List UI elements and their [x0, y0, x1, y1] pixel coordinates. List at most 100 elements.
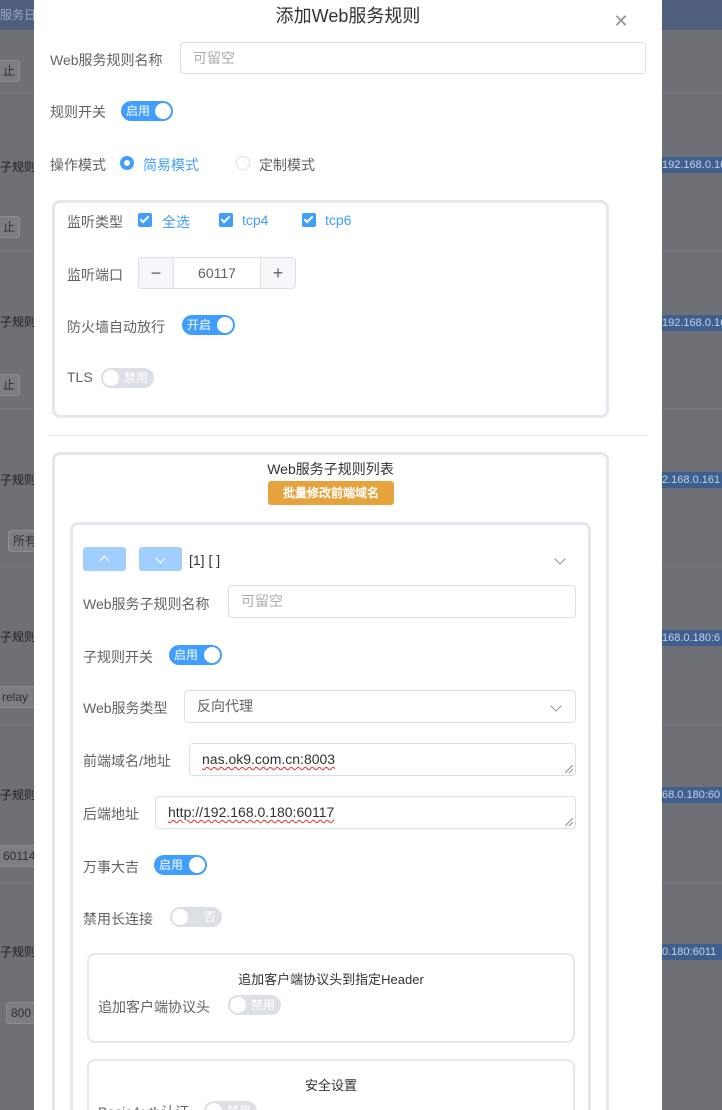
rule-switch-text: 启用	[126, 104, 151, 118]
background-button: 止	[0, 374, 20, 396]
firewall-switch[interactable]: 开启	[182, 315, 235, 335]
rule-name-label: Web服务规则名称	[50, 52, 163, 68]
switch-knob	[189, 857, 205, 873]
section-divider	[48, 435, 646, 436]
background-rule-label: 子规则	[0, 788, 37, 802]
backend-label: 后端地址	[83, 806, 139, 822]
background-rule-label: 子规则	[0, 160, 37, 174]
move-down-button[interactable]	[139, 547, 182, 571]
rule-switch[interactable]: 启用	[121, 101, 173, 121]
background-rule-label: 子规则	[0, 630, 37, 644]
service-type-value: 反向代理	[197, 698, 253, 714]
switch-knob	[230, 997, 246, 1013]
subrule-name-input[interactable]: 可留空	[228, 585, 576, 618]
background-ip: 168.0.180:6	[662, 630, 722, 646]
subrule-name-label: Web服务子规则名称	[83, 596, 210, 612]
listen-type-label: 监听类型	[67, 214, 123, 230]
background-divider	[0, 92, 34, 93]
select-all-checkbox[interactable]	[138, 213, 152, 227]
resize-handle-icon[interactable]	[565, 765, 573, 773]
background-divider	[662, 408, 722, 409]
background-rule-label: 子规则	[0, 315, 37, 329]
mode-simple-label[interactable]: 简易模式	[143, 155, 199, 175]
rule-switch-label: 规则开关	[50, 104, 106, 120]
close-icon[interactable]: ✕	[612, 12, 630, 30]
backend-address-input[interactable]: http://192.168.0.180:60117	[155, 796, 576, 829]
append-header-switch[interactable]: 禁用	[228, 995, 281, 1015]
background-divider	[662, 250, 722, 251]
tcp6-checkbox[interactable]	[302, 213, 316, 227]
move-up-button[interactable]	[83, 547, 126, 571]
keepalive-switch-text: 否	[203, 910, 216, 924]
subrule-switch[interactable]: 启用	[169, 645, 222, 665]
tls-switch[interactable]: 禁用	[101, 368, 154, 388]
listen-port-label: 监听端口	[67, 267, 123, 283]
luck-switch[interactable]: 启用	[154, 855, 207, 875]
background-divider	[0, 250, 34, 251]
tcp4-label[interactable]: tcp4	[242, 212, 268, 228]
keepalive-label: 禁用长连接	[83, 911, 153, 927]
increment-button[interactable]: +	[260, 258, 295, 288]
subrule-index: [1] [ ]	[189, 552, 221, 568]
basic-auth-switch[interactable]: 禁用	[204, 1101, 257, 1110]
basic-auth-switch-text: 禁用	[227, 1101, 251, 1110]
frontend-address-input[interactable]: nas.ok9.com.cn:8003	[189, 743, 576, 776]
subrule-switch-text: 启用	[174, 648, 199, 662]
append-header-label: 追加客户端协议头	[98, 999, 210, 1015]
basic-auth-label: BasicAuth认证	[98, 1102, 189, 1110]
switch-knob	[206, 1103, 222, 1110]
firewall-switch-text: 开启	[187, 318, 212, 332]
mode-custom-label[interactable]: 定制模式	[259, 155, 315, 175]
select-all-label[interactable]: 全选	[162, 212, 190, 232]
background-divider	[0, 566, 34, 567]
background-ip: 68.0.180:60	[662, 787, 722, 803]
mode-label: 操作模式	[50, 157, 106, 173]
subrules-title: Web服务子规则列表	[267, 461, 394, 477]
tls-label: TLS	[67, 369, 93, 385]
background-divider	[662, 724, 722, 725]
switch-knob	[103, 370, 119, 386]
keepalive-switch[interactable]: 否	[170, 907, 222, 927]
background-divider	[662, 566, 722, 567]
switch-knob	[155, 103, 171, 119]
chevron-up-icon	[99, 555, 110, 566]
tcp4-checkbox[interactable]	[219, 213, 233, 227]
subrule-switch-label: 子规则开关	[83, 649, 153, 665]
background-divider	[0, 882, 34, 883]
backend-address-value: http://192.168.0.180:60117	[168, 804, 335, 820]
background-rule-label: 子规则	[0, 473, 37, 487]
switch-knob	[204, 647, 220, 663]
dialog-title: 添加Web服务规则	[275, 6, 421, 26]
frontend-label: 前端域名/地址	[83, 753, 171, 769]
tcp6-label[interactable]: tcp6	[325, 212, 351, 228]
mode-custom-radio[interactable]	[236, 156, 250, 170]
service-type-select[interactable]: 反向代理	[184, 690, 576, 723]
background-button: 止	[0, 60, 20, 82]
background-ip: 0.180:6011	[662, 944, 722, 960]
frontend-address-value: nas.ok9.com.cn:8003	[202, 751, 336, 767]
resize-handle-icon[interactable]	[565, 818, 573, 826]
listen-port-stepper[interactable]: − 60117 +	[138, 257, 296, 289]
mode-simple-radio[interactable]	[120, 156, 134, 170]
append-header-switch-text: 禁用	[250, 998, 275, 1012]
firewall-label: 防火墙自动放行	[67, 319, 165, 335]
luck-label: 万事大吉	[83, 859, 139, 875]
tls-switch-text: 禁用	[123, 371, 148, 385]
background-divider	[0, 408, 34, 409]
background-divider	[662, 882, 722, 883]
rule-name-input[interactable]: 可留空	[180, 42, 646, 74]
listen-port-value[interactable]: 60117	[174, 258, 260, 288]
header-section-title: 追加客户端协议头到指定Header	[238, 972, 424, 987]
luck-switch-text: 启用	[159, 858, 184, 872]
batch-edit-domain-button[interactable]: 批量修改前端域名	[268, 481, 394, 505]
background-divider	[0, 724, 34, 725]
switch-knob	[172, 909, 188, 925]
background-ip: 2.168.0.161	[662, 472, 722, 488]
background-divider	[662, 92, 722, 93]
background-button: 止	[0, 216, 20, 238]
add-web-rule-dialog: 添加Web服务规则 ✕ Web服务规则名称 可留空 规则开关 启用 操作模式 简…	[34, 0, 662, 1110]
background-ip: 192.168.0.16	[662, 157, 722, 173]
switch-knob	[217, 317, 233, 333]
decrement-button[interactable]: −	[139, 258, 174, 288]
chevron-down-icon	[155, 553, 166, 564]
